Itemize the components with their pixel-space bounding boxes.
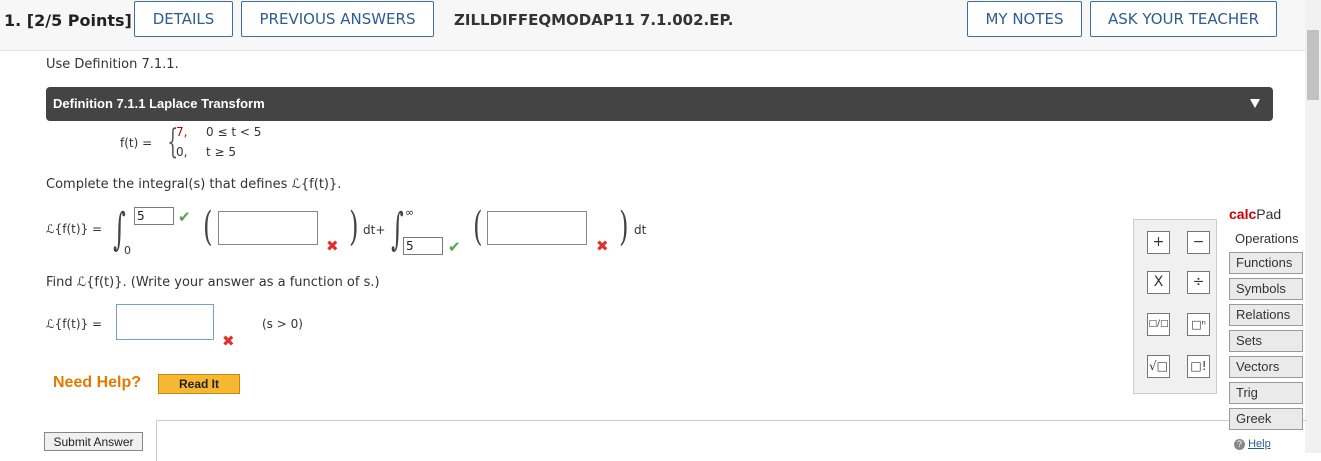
correct-check-icon: ✔ <box>178 208 191 226</box>
incorrect-x-icon: ✖ <box>596 237 609 255</box>
question-number: 1. [2/5 Points] <box>4 11 132 30</box>
calcpad-title-bold: calc <box>1229 206 1257 222</box>
integral-2-icon: ∫ <box>391 204 404 255</box>
tab-functions[interactable]: Functions <box>1229 252 1303 274</box>
incorrect-x-icon: ✖ <box>222 332 235 350</box>
integral-2-upper: ∞ <box>405 206 415 219</box>
dt-text: dt <box>634 223 647 237</box>
calcpad-title: calcPad <box>1229 206 1281 222</box>
transform-lhs: ℒ{f(t)} = <box>46 222 103 236</box>
submit-answer-button[interactable]: Submit Answer <box>44 432 143 451</box>
integrand-1-input[interactable] <box>218 211 318 245</box>
notes-area <box>156 420 1306 461</box>
read-it-button[interactable]: Read It <box>158 374 240 394</box>
need-help-label: Need Help? <box>53 374 142 391</box>
calcpad-title-rest: Pad <box>1256 206 1282 222</box>
calcpad-help-label: Help <box>1248 438 1271 450</box>
tab-greek[interactable]: Greek <box>1229 408 1303 430</box>
instruction-text: Use Definition 7.1.1. <box>46 57 179 72</box>
exponent-button[interactable]: □ⁿ <box>1187 313 1210 336</box>
expand-triangle-icon[interactable] <box>1250 99 1260 108</box>
integrand-2-input[interactable] <box>487 211 587 245</box>
definition-title: Definition 7.1.1 Laplace Transform <box>53 96 265 111</box>
answer-lhs: ℒ{f(t)} = <box>46 317 103 331</box>
answer-input[interactable] <box>116 304 214 340</box>
minus-button[interactable]: − <box>1187 231 1210 254</box>
tab-trig[interactable]: Trig <box>1229 382 1303 404</box>
incorrect-x-icon: ✖ <box>326 237 339 255</box>
tab-operations[interactable]: Operations <box>1235 231 1299 246</box>
find-prompt: Find ℒ{f(t)}. (Write your answer as a fu… <box>46 275 380 290</box>
piecewise-lhs: f(t) = <box>120 136 153 150</box>
scrollbar-thumb[interactable] <box>1307 30 1319 100</box>
left-paren-icon: ( <box>473 204 483 250</box>
tab-sets[interactable]: Sets <box>1229 330 1303 352</box>
multiply-button[interactable]: X <box>1147 271 1170 294</box>
question-id: ZILLDIFFEQMODAP11 7.1.002.EP. <box>454 11 734 29</box>
tab-symbols[interactable]: Symbols <box>1229 278 1303 300</box>
case1-value: 7, <box>176 125 188 139</box>
integral-1-upper-input[interactable] <box>134 207 174 225</box>
ask-teacher-button[interactable]: ASK YOUR TEACHER <box>1090 1 1277 37</box>
divide-button[interactable]: ÷ <box>1187 271 1210 294</box>
fraction-button[interactable]: □/□ <box>1147 313 1170 336</box>
my-notes-button[interactable]: MY NOTES <box>967 1 1082 37</box>
correct-check-icon: ✔ <box>448 238 461 256</box>
integral-1-lower: 0 <box>124 244 131 257</box>
right-paren-icon: ) <box>619 204 629 250</box>
calcpad-help[interactable]: ? Help <box>1234 438 1271 450</box>
case2-condition: t ≥ 5 <box>206 145 237 159</box>
tab-relations[interactable]: Relations <box>1229 304 1303 326</box>
case2-value: 0, <box>176 145 188 159</box>
complete-prompt: Complete the integral(s) that defines ℒ{… <box>46 177 342 192</box>
left-paren-icon: ( <box>203 204 213 250</box>
right-paren-icon: ) <box>349 204 359 250</box>
case1-condition: 0 ≤ t < 5 <box>206 125 262 139</box>
dt-plus-text: dt+ <box>363 223 386 237</box>
sqrt-button[interactable]: √□ <box>1147 355 1170 378</box>
details-button[interactable]: DETAILS <box>134 1 233 37</box>
condition-text: (s > 0) <box>262 317 303 331</box>
tab-vectors[interactable]: Vectors <box>1229 356 1303 378</box>
integral-2-lower-input[interactable] <box>403 237 443 255</box>
previous-answers-button[interactable]: PREVIOUS ANSWERS <box>241 1 434 37</box>
help-icon: ? <box>1234 439 1245 450</box>
plus-button[interactable]: + <box>1147 231 1170 254</box>
factorial-button[interactable]: □! <box>1187 355 1210 378</box>
